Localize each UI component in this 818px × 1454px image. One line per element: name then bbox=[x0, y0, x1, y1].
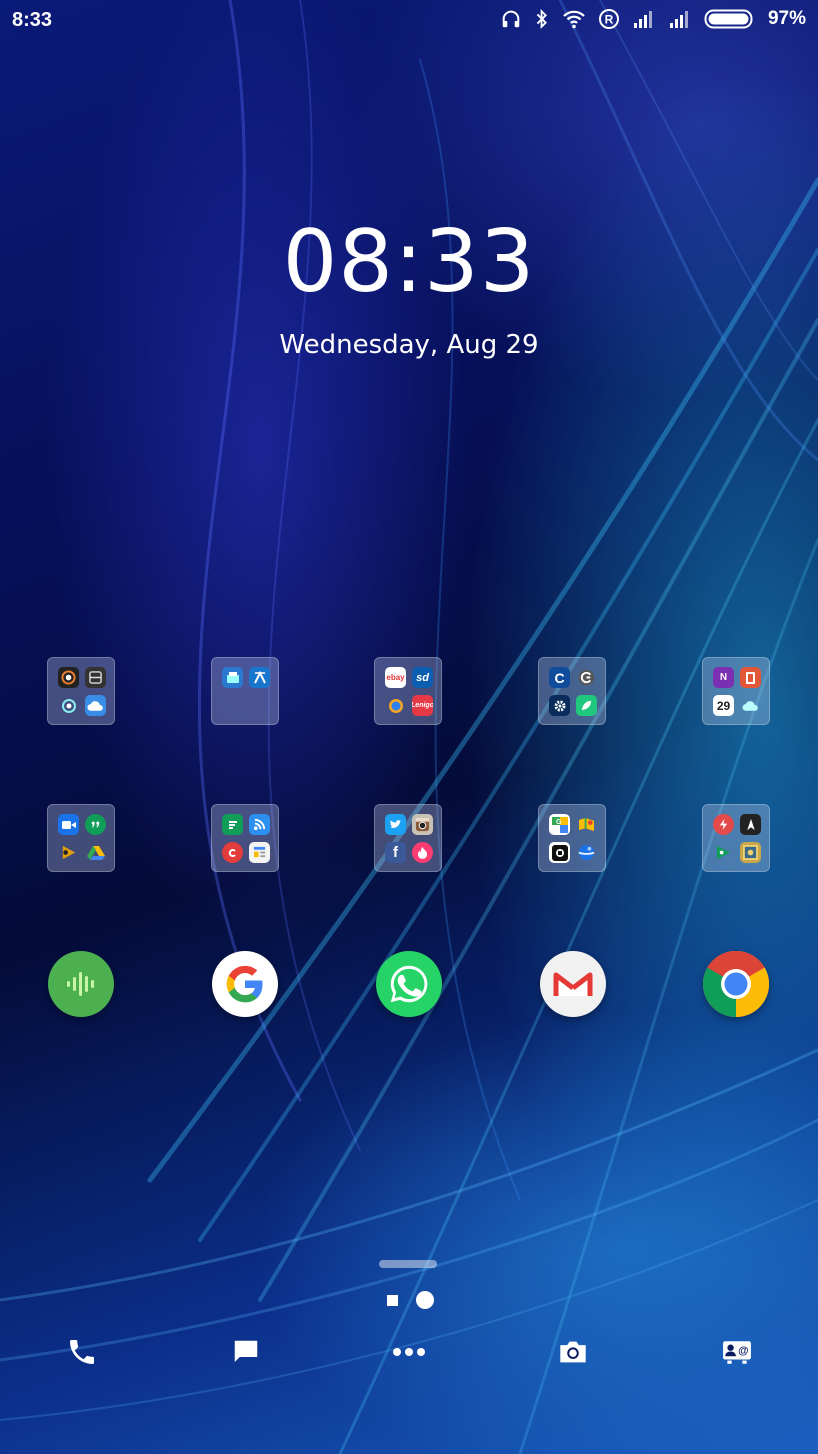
play-games-app-icon bbox=[713, 842, 734, 863]
folder-5[interactable]: N 29 bbox=[702, 657, 770, 725]
folder-3[interactable]: ebay sd Lenigo bbox=[374, 657, 442, 725]
maps-app-icon: G bbox=[549, 814, 570, 835]
earth-app-icon bbox=[576, 842, 597, 863]
contacts-icon[interactable]: @ bbox=[715, 1330, 759, 1374]
instagram-app-icon bbox=[412, 814, 433, 835]
pocket-app-icon bbox=[222, 842, 243, 863]
notes-app-icon bbox=[85, 667, 106, 688]
browser-app-icon bbox=[385, 695, 406, 716]
status-bar: 8:33 R 97% bbox=[0, 0, 818, 42]
folder-6[interactable] bbox=[47, 804, 115, 872]
signal-icon bbox=[668, 9, 692, 29]
feedly-app-icon bbox=[249, 814, 270, 835]
svg-text:@: @ bbox=[738, 1345, 748, 1357]
sound-app-icon[interactable] bbox=[48, 951, 114, 1017]
compass-app-icon bbox=[740, 814, 761, 835]
registered-icon: R bbox=[598, 8, 620, 30]
folder-2[interactable] bbox=[211, 657, 279, 725]
svg-text:G: G bbox=[556, 819, 562, 826]
g-app-icon bbox=[576, 667, 597, 688]
lenigo-app-icon: Lenigo bbox=[412, 695, 433, 716]
status-time: 8:33 bbox=[12, 9, 53, 31]
photo-app-icon bbox=[740, 842, 761, 863]
bluetooth-icon bbox=[534, 8, 550, 30]
twitter-app-icon bbox=[385, 814, 406, 835]
tinder-app-icon bbox=[412, 842, 433, 863]
headphones-icon bbox=[500, 8, 522, 30]
onenote-app-icon: N bbox=[713, 667, 734, 688]
wifi-icon bbox=[562, 9, 586, 29]
app-drawer-handle[interactable] bbox=[379, 1260, 437, 1268]
camera-app-icon bbox=[58, 667, 79, 688]
whatsapp-app-icon[interactable] bbox=[376, 951, 442, 1017]
flash-app-icon bbox=[713, 814, 734, 835]
file-manager-app-icon bbox=[222, 667, 243, 688]
gallery-app-icon bbox=[576, 814, 597, 835]
messages-icon[interactable] bbox=[224, 1330, 268, 1374]
office-app-icon bbox=[740, 667, 761, 688]
folder-10[interactable] bbox=[702, 804, 770, 872]
weather-app-icon bbox=[85, 695, 106, 716]
sd-app-icon: sd bbox=[412, 667, 433, 688]
folder-9[interactable]: G bbox=[538, 804, 606, 872]
sheets-app-icon bbox=[222, 814, 243, 835]
signal-icon bbox=[632, 9, 656, 29]
gmail-app-icon[interactable] bbox=[540, 951, 606, 1017]
battery-percent: 97% bbox=[767, 8, 806, 29]
svg-text:R: R bbox=[605, 13, 614, 27]
drive-app-icon bbox=[85, 842, 106, 863]
clock-widget-date[interactable]: Wednesday, Aug 29 bbox=[0, 330, 818, 360]
page-indicator-current[interactable] bbox=[416, 1291, 434, 1309]
app-drawer-icon[interactable] bbox=[387, 1330, 431, 1374]
ebay-app-icon: ebay bbox=[385, 667, 406, 688]
clock-widget-time[interactable]: 08:33 bbox=[0, 212, 818, 312]
hangouts-app-icon bbox=[85, 814, 106, 835]
cloud-app-icon bbox=[740, 695, 761, 716]
google-app-icon[interactable] bbox=[212, 951, 278, 1017]
folder-4[interactable]: C bbox=[538, 657, 606, 725]
camera-icon[interactable] bbox=[551, 1330, 595, 1374]
page-indicator-home[interactable] bbox=[387, 1295, 398, 1306]
battery-icon bbox=[704, 8, 756, 30]
location-app-icon bbox=[58, 695, 79, 716]
c-app-icon: C bbox=[549, 667, 570, 688]
facebook-app-icon: f bbox=[385, 842, 406, 863]
calendar-app-icon: 29 bbox=[713, 695, 734, 716]
newspaper-app-icon bbox=[249, 842, 270, 863]
folder-1[interactable] bbox=[47, 657, 115, 725]
folder-8[interactable]: f bbox=[374, 804, 442, 872]
uber-app-icon bbox=[549, 842, 570, 863]
phone-icon[interactable] bbox=[60, 1330, 104, 1374]
folder-7[interactable] bbox=[211, 804, 279, 872]
leaf-app-icon bbox=[576, 695, 597, 716]
transfer-app-icon bbox=[249, 667, 270, 688]
duo-app-icon bbox=[58, 814, 79, 835]
chrome-app-icon[interactable] bbox=[703, 951, 769, 1017]
plex-app-icon bbox=[58, 842, 79, 863]
settings-app-icon bbox=[549, 695, 570, 716]
